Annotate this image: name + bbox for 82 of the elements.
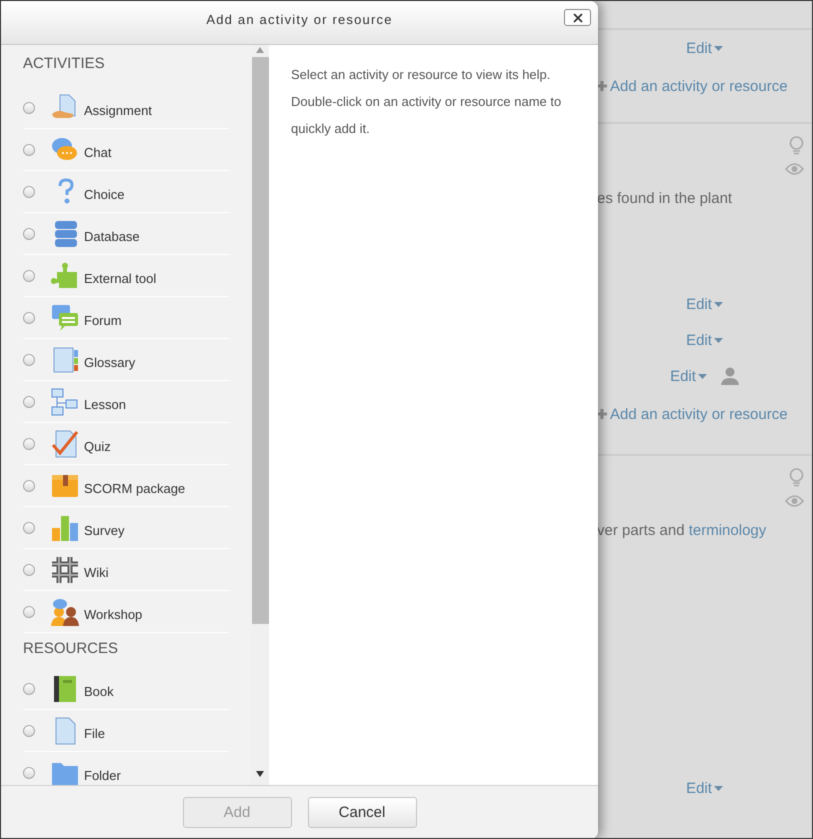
module-option[interactable]: Workshop	[23, 591, 229, 633]
radio-button[interactable]	[23, 480, 35, 492]
module-name: Assignment	[84, 102, 152, 118]
radio-button[interactable]	[23, 354, 35, 366]
module-option[interactable]: Wiki	[23, 549, 229, 591]
radio-button[interactable]	[23, 144, 35, 156]
module-option[interactable]: Book	[23, 668, 229, 710]
module-name: Wiki	[84, 564, 109, 580]
radio-button[interactable]	[23, 270, 35, 282]
help-text: Select an activity or resource to view its help.	[291, 66, 552, 84]
radio-button[interactable]	[23, 228, 35, 240]
radio-button[interactable]	[23, 438, 35, 450]
caret-icon	[698, 374, 707, 378]
scrollbar-thumb[interactable]	[252, 57, 268, 624]
caret-icon	[714, 46, 723, 50]
module-name: Folder	[84, 768, 121, 782]
module-name: Forum	[84, 312, 122, 328]
radio-button[interactable]	[23, 102, 35, 114]
bar-chart-icon	[51, 514, 79, 542]
people-icon	[51, 598, 79, 626]
module-option[interactable]: Glossary	[23, 339, 229, 381]
module-option[interactable]: File	[23, 710, 229, 752]
section-text: ver parts and terminology	[597, 522, 766, 538]
lightbulb-icon	[789, 468, 804, 487]
section-text: es found in the plant	[597, 190, 732, 206]
close-button[interactable]	[564, 9, 591, 26]
radio-button[interactable]	[23, 312, 35, 324]
help-text: Double-click on an activity or resource name to	[291, 93, 562, 111]
module-name: Lesson	[84, 396, 126, 412]
scrollbar[interactable]	[251, 45, 269, 785]
speech-bubbles-icon	[51, 304, 79, 332]
glossary-book-icon	[51, 346, 79, 374]
module-option[interactable]: Quiz	[23, 423, 229, 465]
module-option[interactable]: Survey	[23, 507, 229, 549]
eye-icon	[785, 494, 804, 506]
eye-icon	[785, 162, 804, 174]
module-name: Workshop	[84, 606, 142, 622]
radio-button[interactable]	[23, 766, 35, 778]
module-option[interactable]: Choice	[23, 171, 229, 213]
module-name: Database	[84, 228, 140, 244]
radio-button[interactable]	[23, 522, 35, 534]
module-name: Book	[84, 684, 114, 698]
close-icon[interactable]	[570, 10, 584, 24]
radio-button[interactable]	[23, 682, 35, 694]
puzzle-icon	[51, 262, 79, 290]
book-icon	[51, 674, 79, 702]
module-option[interactable]: Lesson	[23, 381, 229, 423]
module-name: Chat	[84, 144, 112, 160]
help-text: quickly add it.	[291, 120, 371, 138]
cancel-button[interactable]: Cancel	[308, 797, 416, 828]
module-name: Choice	[84, 186, 124, 202]
dialog-title: Add an activity or resource	[206, 12, 393, 27]
hash-grid-icon	[51, 556, 79, 584]
caret-icon	[714, 786, 723, 790]
caret-icon	[714, 338, 723, 342]
scroll-up-icon[interactable]	[256, 47, 264, 53]
scroll-down-icon[interactable]	[256, 771, 264, 777]
radio-button[interactable]	[23, 186, 35, 198]
radio-button[interactable]	[23, 724, 35, 736]
module-name: Survey	[84, 522, 124, 538]
section-heading: ACTIVITIES	[23, 54, 106, 74]
caret-icon	[714, 302, 723, 306]
radio-button[interactable]	[23, 564, 35, 576]
module-option[interactable]: Forum	[23, 297, 229, 339]
lightbulb-icon	[789, 136, 804, 155]
module-option[interactable]: Database	[23, 213, 229, 255]
radio-button[interactable]	[23, 606, 35, 618]
module-name: External tool	[84, 270, 156, 286]
module-name: File	[84, 726, 105, 740]
module-name: Glossary	[84, 354, 136, 370]
flowchart-icon	[51, 388, 79, 416]
section-heading: RESOURCES	[23, 639, 120, 659]
radio-button[interactable]	[23, 396, 35, 408]
checkmark-document-icon	[51, 430, 79, 458]
module-option[interactable]: SCORM package	[23, 465, 229, 507]
plus-icon	[597, 81, 607, 91]
module-option[interactable]: Chat	[23, 129, 229, 171]
plus-icon	[597, 409, 607, 419]
module-name: Quiz	[84, 438, 111, 454]
module-option[interactable]: External tool	[23, 255, 229, 297]
module-name: SCORM package	[84, 480, 186, 496]
module-option[interactable]: Assignment	[23, 87, 229, 129]
